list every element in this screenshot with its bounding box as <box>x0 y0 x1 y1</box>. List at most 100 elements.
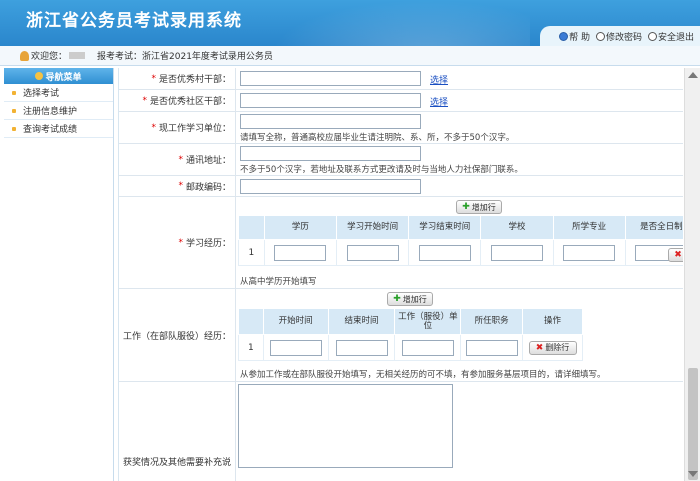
education-label: 学习经历： <box>185 239 231 249</box>
row-label: * 邮政编码： <box>119 176 236 196</box>
work-label: 工作（在部队服役）经历： <box>122 331 231 342</box>
app-header: 浙江省公务员考试录用系统 帮 助 修改密码 安全退出 <box>0 0 700 46</box>
required-mark: * <box>178 154 183 165</box>
row-number: 1 <box>238 239 265 266</box>
work-delete-row-button[interactable]: ✖ 删除行 <box>528 340 577 355</box>
row-value: 选择 <box>236 68 683 89</box>
power-icon <box>647 31 657 41</box>
education-add-row-button[interactable]: ✚ 增加行 <box>456 200 502 214</box>
column-header: 学校 <box>480 215 554 240</box>
awards-label: 获奖情况及其他需要补充说 <box>122 458 231 468</box>
table-cell <box>327 334 396 361</box>
scroll-up-arrow-icon[interactable] <box>688 72 698 78</box>
excellent-village-input[interactable] <box>240 71 421 86</box>
add-row-label: 增加行 <box>471 202 496 212</box>
row-value <box>236 382 683 481</box>
sidebar-item-scores[interactable]: 查询考试成绩 <box>4 120 113 138</box>
sidebar-item-select-exam[interactable]: 选择考试 <box>4 84 113 102</box>
row-awards: 获奖情况及其他需要补充说 <box>119 382 683 481</box>
excellent-community-input[interactable] <box>240 93 421 108</box>
row-number: 1 <box>238 334 264 361</box>
row-excellent-village: * 是否优秀村干部： 选择 <box>119 68 683 90</box>
add-row-label: 增加行 <box>402 294 427 304</box>
row-value: ✚ 增加行 学历 学习开始时间 学习结束时间 学校 所学专业 是否全日制 1 ✖… <box>236 197 683 288</box>
education-delete-row-button[interactable]: ✖ <box>668 248 683 262</box>
header-decoration <box>270 0 530 46</box>
scroll-thumb[interactable] <box>688 368 698 480</box>
scroll-down-arrow-icon[interactable] <box>688 471 698 477</box>
excellent-community-select-link[interactable]: 选择 <box>430 95 448 108</box>
row-label: * 是否优秀村干部： <box>119 68 236 89</box>
work-start-input[interactable] <box>269 339 322 356</box>
table-row: 1 ✖ 删除行 <box>238 334 583 361</box>
row-label: * 通讯地址： <box>119 144 236 175</box>
plus-icon: ✚ <box>462 202 470 212</box>
sidebar-item-registration[interactable]: 注册信息维护 <box>4 102 113 120</box>
key-icon <box>595 31 605 41</box>
study-start-input[interactable] <box>346 244 399 261</box>
table-cell <box>460 334 524 361</box>
row-label: * 学习经历： <box>119 197 236 288</box>
work-hint: 从参加工作或在部队服役开始填写，无相关经历的可不填，有参加服务基层项目的，请详细… <box>240 370 606 380</box>
welcome-text: 欢迎您： <box>31 52 68 62</box>
postcode-input[interactable] <box>240 179 421 194</box>
education-level-input[interactable] <box>274 244 327 261</box>
nav-menu-title: 导航菜单 <box>45 72 82 83</box>
required-mark: * <box>142 95 147 106</box>
row-workplace: * 现工作学习单位： 请填写全称，普通高校应届毕业生请注明院、系、所，不多于50个… <box>119 112 683 144</box>
sidebar-item-label: 选择考试 <box>23 89 60 99</box>
delete-icon: ✖ <box>535 342 544 353</box>
app-title: 浙江省公务员考试录用系统 <box>26 11 242 31</box>
column-header-index <box>238 308 264 335</box>
table-cell <box>263 239 338 266</box>
work-table: 开始时间 结束时间 工作（服役）单位 所任职务 操作 1 ✖ 删除行 <box>238 308 583 361</box>
required-mark: * <box>178 181 183 191</box>
column-header-index <box>238 215 265 240</box>
required-mark: * <box>178 237 183 248</box>
excellent-village-select-link[interactable]: 选择 <box>430 73 448 86</box>
position-input[interactable] <box>465 339 518 356</box>
exam-name: 浙江省2021年度考试录用公务员 <box>142 52 273 62</box>
excellent-community-label: 是否优秀社区干部： <box>149 97 231 107</box>
workplace-label: 现工作学习单位： <box>158 124 231 134</box>
row-education: * 学习经历： ✚ 增加行 学历 学习开始时间 学习结束时间 学校 所学专业 是否全… <box>119 197 683 289</box>
postcode-label: 邮政编码： <box>185 182 231 193</box>
row-label: 获奖情况及其他需要补充说 <box>119 382 236 481</box>
help-link[interactable]: 帮 助 <box>559 30 590 43</box>
table-cell <box>480 239 554 266</box>
change-password-link[interactable]: 修改密码 <box>595 30 642 43</box>
major-input[interactable] <box>563 244 616 261</box>
row-excellent-community: * 是否优秀社区干部： 选择 <box>119 90 683 112</box>
row-value: 选择 <box>236 90 683 111</box>
table-cell <box>408 239 482 266</box>
address-label: 通讯地址： <box>185 156 231 166</box>
info-bar: 欢迎您： 报考考试： 浙江省2021年度考试录用公务员 <box>0 46 700 66</box>
work-add-row-button[interactable]: ✚ 增加行 <box>387 292 433 306</box>
awards-textarea[interactable] <box>238 384 453 468</box>
row-label: * 是否优秀社区干部： <box>119 90 236 111</box>
table-cell <box>262 334 329 361</box>
school-input[interactable] <box>491 244 543 261</box>
sidebar-item-label: 查询考试成绩 <box>23 125 78 135</box>
address-input[interactable] <box>240 146 421 161</box>
work-end-input[interactable] <box>335 339 388 356</box>
form-area: * 是否优秀村干部： 选择 * 是否优秀社区干部： 选择 * 现工作学习单位： 请填写… <box>118 68 683 481</box>
column-header: 工作（服役）单位 <box>394 308 462 335</box>
work-unit-input[interactable] <box>401 339 454 356</box>
column-header: 所学专业 <box>552 215 626 240</box>
help-label: 帮 助 <box>569 32 590 43</box>
logout-link[interactable]: 安全退出 <box>647 30 694 43</box>
row-address: * 通讯地址： 不多于50个汉字，若地址及联系方式更改请及时与当地人力社保部门联系… <box>119 144 683 176</box>
row-value: ✚增加行 开始时间 结束时间 工作（服役）单位 所任职务 操作 1 ✖删除行 <box>236 289 683 381</box>
table-cell <box>552 239 626 266</box>
education-table: 学历 学习开始时间 学习结束时间 学校 所学专业 是否全日制 1 <box>238 215 683 266</box>
column-header: 结束时间 <box>327 308 396 335</box>
workplace-input[interactable] <box>240 114 421 129</box>
column-header: 开始时间 <box>262 308 329 335</box>
row-work: 工作（在部队服役）经历： ✚ 增加行 开始时间 结束时间 工作（服役）单位 所任职… <box>119 289 683 382</box>
study-end-input[interactable] <box>418 244 471 261</box>
scrollbar[interactable] <box>684 68 700 481</box>
logout-label: 安全退出 <box>657 32 694 43</box>
row-value: 请填写全称，普通高校应届毕业生请注明院、系、所，不多于50个汉字。 <box>236 112 683 143</box>
row-label: * 现工作学习单位： <box>119 112 236 143</box>
